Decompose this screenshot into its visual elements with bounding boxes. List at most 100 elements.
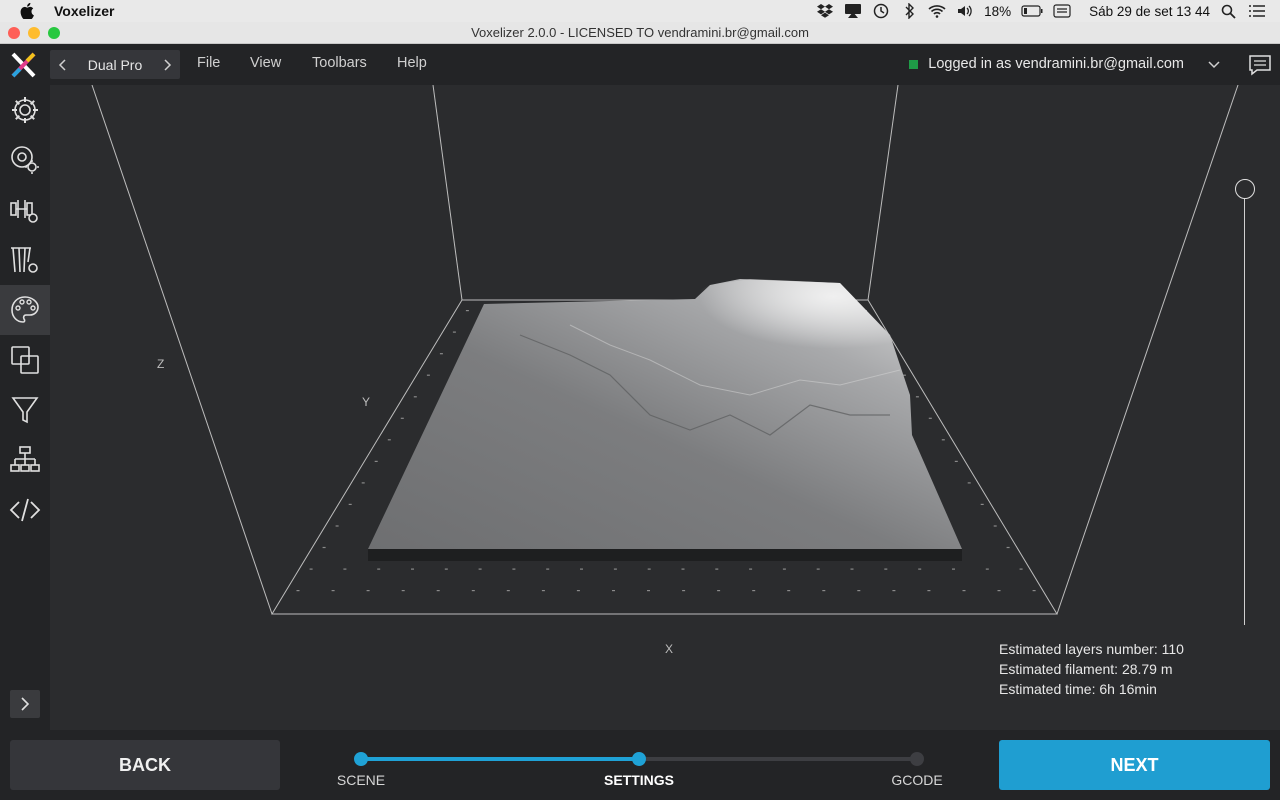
bed-grid-mark — [918, 568, 922, 570]
bed-grid-mark — [993, 525, 997, 527]
bed-grid-mark — [927, 590, 931, 592]
bed-grid-mark — [309, 568, 313, 570]
app-topbar: Dual Pro File View Toolbars Help Logged … — [0, 44, 1280, 85]
sidebar-item-palette[interactable] — [0, 285, 50, 335]
3d-viewport[interactable]: Z Y X Estimated layers number: 110 Estim… — [50, 85, 1280, 730]
sidebar-item-hierarchy[interactable] — [0, 435, 50, 485]
bed-grid-mark — [361, 482, 365, 484]
wifi-icon[interactable] — [928, 3, 946, 19]
keyboard-input-icon[interactable] — [1053, 3, 1071, 19]
bed-grid-mark — [377, 568, 381, 570]
bed-grid-mark — [997, 590, 1001, 592]
airplay-icon[interactable] — [844, 3, 862, 19]
bed-grid-mark — [546, 568, 550, 570]
sidebar-item-code[interactable] — [0, 485, 50, 535]
bed-grid-mark — [401, 590, 405, 592]
macos-menubar: Voxelizer 18% Sáb 29 de set 13 44 — [0, 0, 1280, 22]
layer-slider-track[interactable] — [1244, 189, 1245, 625]
scene-canvas[interactable] — [50, 85, 1280, 730]
bed-grid-mark — [465, 310, 469, 312]
bed-grid-mark — [717, 590, 721, 592]
sidebar-expand-button[interactable] — [10, 690, 40, 718]
chevron-down-icon[interactable] — [1207, 57, 1221, 71]
voxelizer-logo-icon — [11, 52, 36, 78]
bed-grid-mark — [647, 568, 651, 570]
chat-icon[interactable] — [1248, 54, 1272, 76]
step-dot-settings[interactable] — [632, 752, 646, 766]
bed-grid-mark — [681, 568, 685, 570]
bed-grid-mark — [413, 396, 417, 398]
menu-help[interactable]: Help — [397, 55, 427, 71]
sidebar-item-settings[interactable] — [0, 85, 50, 135]
hierarchy-icon — [10, 446, 40, 472]
bed-grid-mark — [296, 590, 300, 592]
sidebar-item-material[interactable] — [0, 135, 50, 185]
minimize-window-button[interactable] — [28, 27, 40, 39]
bed-grid-mark — [682, 590, 686, 592]
bed-grid-mark — [962, 590, 966, 592]
bed-grid-mark — [850, 568, 854, 570]
menu-file[interactable]: File — [197, 55, 220, 71]
notification-center-icon[interactable] — [1248, 3, 1266, 19]
bed-grid-mark — [613, 568, 617, 570]
clock[interactable]: Sáb 29 de set 13 44 — [1089, 4, 1210, 19]
bed-grid-mark — [787, 590, 791, 592]
app-menu-name[interactable]: Voxelizer — [54, 3, 114, 19]
print-estimates: Estimated layers number: 110 Estimated f… — [999, 639, 1184, 699]
next-button[interactable]: NEXT — [999, 740, 1270, 790]
bed-grid-mark — [506, 590, 510, 592]
step-dot-gcode[interactable] — [910, 752, 924, 766]
spotlight-search-icon[interactable] — [1220, 3, 1238, 19]
step-label-settings[interactable]: SETTINGS — [604, 772, 674, 788]
menu-view[interactable]: View — [250, 55, 281, 71]
bed-grid-mark — [884, 568, 888, 570]
login-status[interactable]: Logged in as vendramini.br@gmail.com — [928, 56, 1184, 72]
apple-icon[interactable] — [20, 3, 34, 19]
chevron-left-icon[interactable] — [58, 58, 68, 72]
terrain-model[interactable] — [368, 279, 962, 561]
window-title: Voxelizer 2.0.0 - LICENSED TO vendramini… — [471, 25, 809, 40]
step-label-scene[interactable]: SCENE — [337, 772, 385, 788]
bed-grid-mark — [782, 568, 786, 570]
battery-icon[interactable] — [1021, 3, 1043, 19]
gear-icon — [12, 97, 38, 123]
layer-slider-handle[interactable] — [1235, 179, 1255, 199]
printer-selector[interactable]: Dual Pro — [50, 50, 180, 79]
bed-grid-mark — [967, 482, 971, 484]
sidebar-item-support[interactable] — [0, 235, 50, 285]
dropbox-icon[interactable] — [816, 3, 834, 19]
bed-grid-mark — [892, 590, 896, 592]
chevron-right-icon[interactable] — [162, 58, 172, 72]
sidebar-item-filter[interactable] — [0, 385, 50, 435]
step-dot-scene[interactable] — [354, 752, 368, 766]
bed-grid-mark — [749, 568, 753, 570]
sidebar-item-overlap[interactable] — [0, 335, 50, 385]
bed-grid-mark — [436, 590, 440, 592]
bed-grid-mark — [512, 568, 516, 570]
bed-grid-mark — [580, 568, 583, 570]
bed-grid-mark — [1006, 546, 1010, 549]
estimate-time: Estimated time: 6h 16min — [999, 681, 1157, 697]
status-icons: 18% Sáb 29 de set 13 44 — [816, 0, 1280, 22]
chevron-right-icon — [21, 697, 30, 711]
time-machine-icon[interactable] — [872, 3, 890, 19]
back-button[interactable]: BACK — [10, 740, 280, 790]
filter-icon — [11, 397, 39, 424]
sidebar-item-extruder[interactable] — [0, 185, 50, 235]
bluetooth-icon[interactable] — [900, 3, 918, 19]
volume-icon[interactable] — [956, 3, 974, 19]
menu-toolbars[interactable]: Toolbars — [312, 55, 367, 71]
step-label-gcode[interactable]: GCODE — [891, 772, 942, 788]
extruder-settings-icon — [10, 200, 38, 223]
bed-grid-mark — [952, 568, 955, 570]
zoom-window-button[interactable] — [48, 27, 60, 39]
printer-name: Dual Pro — [87, 56, 143, 73]
material-settings-icon — [11, 146, 39, 174]
bed-grid-mark — [366, 590, 370, 592]
bed-grid-mark — [426, 374, 430, 376]
bed-grid-mark — [752, 590, 756, 592]
bed-grid-mark — [374, 460, 378, 462]
bed-grid-mark — [387, 439, 391, 441]
bed-grid-mark — [452, 331, 456, 333]
close-window-button[interactable] — [8, 27, 20, 39]
